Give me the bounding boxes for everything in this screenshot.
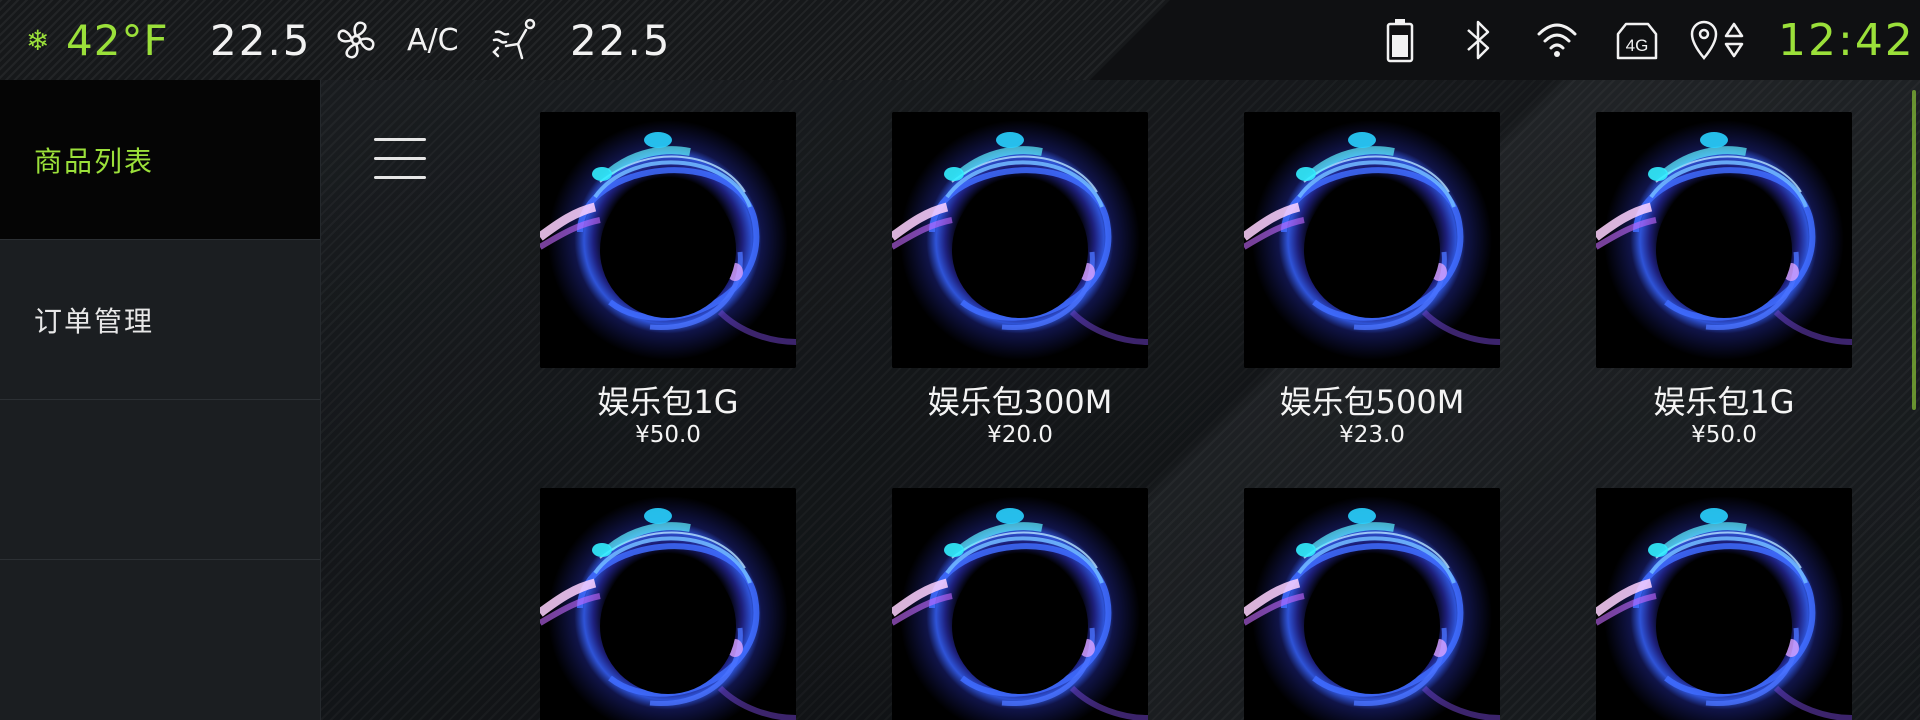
- fan-icon[interactable]: [334, 0, 378, 80]
- product-thumbnail: [892, 112, 1148, 368]
- product-thumbnail: [1244, 488, 1500, 720]
- menu-icon[interactable]: [370, 134, 430, 184]
- left-temperature[interactable]: 22.5: [210, 0, 312, 80]
- right-temperature[interactable]: 22.5: [570, 0, 672, 80]
- product-card[interactable]: [1222, 488, 1522, 720]
- product-name: 娱乐包1G: [1653, 383, 1795, 421]
- snowflake-icon: ❄: [26, 23, 50, 57]
- scrollbar[interactable]: [1912, 90, 1916, 410]
- product-thumbnail: [1596, 488, 1852, 720]
- location-icon: [1688, 0, 1752, 80]
- app-screen: ❄ 42°F 22.5 A/C 22.5 4G 12:42 商品列表 订单管理 …: [0, 0, 1920, 720]
- sidebar-item-empty: [0, 560, 320, 719]
- sidebar-item-label: 订单管理: [34, 304, 155, 338]
- product-thumbnail: [892, 488, 1148, 720]
- seat-airflow-icon[interactable]: [492, 0, 538, 80]
- product-card[interactable]: 娱乐包1G ¥50.0: [518, 112, 818, 448]
- 4g-label: 4G: [1626, 36, 1649, 55]
- product-card[interactable]: 娱乐包500M ¥23.0: [1222, 112, 1522, 448]
- sidebar-item-order-management[interactable]: 订单管理: [0, 240, 320, 400]
- product-card[interactable]: 娱乐包300M ¥20.0: [870, 112, 1170, 448]
- ac-button[interactable]: A/C: [407, 0, 459, 80]
- status-bar: ❄ 42°F 22.5 A/C 22.5 4G 12:42: [0, 0, 1920, 80]
- sidebar: 商品列表 订单管理: [0, 80, 321, 720]
- 4g-icon: 4G: [1612, 0, 1662, 80]
- sidebar-item-product-list[interactable]: 商品列表: [0, 80, 320, 240]
- product-card[interactable]: [1574, 488, 1874, 720]
- battery-icon: [1385, 0, 1415, 80]
- product-thumbnail: [540, 488, 796, 720]
- product-card[interactable]: [870, 488, 1170, 720]
- product-name: 娱乐包1G: [597, 383, 739, 421]
- product-card[interactable]: [518, 488, 818, 720]
- product-price: ¥23.0: [1339, 422, 1405, 448]
- product-name: 娱乐包300M: [927, 383, 1113, 421]
- product-price: ¥20.0: [987, 422, 1053, 448]
- product-thumbnail: [540, 112, 796, 368]
- wifi-icon: [1535, 0, 1579, 80]
- product-thumbnail: [1244, 112, 1500, 368]
- sidebar-item-label: 商品列表: [34, 144, 155, 178]
- product-price: ¥50.0: [1691, 422, 1757, 448]
- clock: 12:42: [1778, 14, 1915, 66]
- sidebar-item-empty: [0, 400, 320, 560]
- product-thumbnail: [1596, 112, 1852, 368]
- bluetooth-icon: [1462, 0, 1494, 80]
- product-card[interactable]: 娱乐包1G ¥50.0: [1574, 112, 1874, 448]
- outside-temperature: 42°F: [66, 15, 169, 65]
- product-price: ¥50.0: [635, 422, 701, 448]
- product-name: 娱乐包500M: [1279, 383, 1465, 421]
